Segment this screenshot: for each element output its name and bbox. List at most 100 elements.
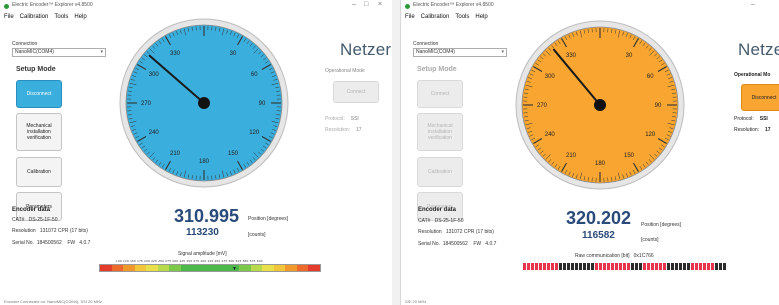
- signal-bar-segment: [181, 265, 193, 271]
- raw-bit: [659, 263, 662, 270]
- raw-bit: [723, 263, 726, 270]
- encoder-serial: Serial No. 184500562 FW 4.0.7: [418, 241, 497, 247]
- raw-bit: [575, 263, 578, 270]
- raw-bit: [551, 263, 554, 270]
- raw-bit: [543, 263, 546, 270]
- signal-bar-segment: [157, 265, 170, 271]
- app-icon: [405, 4, 410, 9]
- raw-bit: [539, 263, 542, 270]
- position-dial: 30 60 90 120 150 180 210 240 270 300 330: [515, 20, 685, 190]
- menu-tools[interactable]: Tools: [455, 14, 469, 20]
- dial-tick-label: 180: [199, 159, 210, 165]
- signal-bar-segment: [238, 265, 251, 271]
- minimize-icon[interactable]: –: [352, 1, 356, 8]
- raw-bit: [583, 263, 586, 270]
- raw-bit: [719, 263, 722, 270]
- raw-bit: [611, 263, 614, 270]
- raw-bit: [691, 263, 694, 270]
- connection-select[interactable]: NanoMIC(COM4) ▾: [413, 48, 507, 57]
- signal-bar-segment: [273, 265, 286, 271]
- minimize-icon[interactable]: –: [751, 1, 755, 8]
- raw-bit: [695, 263, 698, 270]
- raw-bit: [619, 263, 622, 270]
- op-connect-button[interactable]: Connect: [333, 81, 379, 103]
- position-unit: Position [degrees]: [641, 222, 682, 228]
- signal-bar-segment: [192, 265, 205, 271]
- raw-bit: [603, 263, 606, 270]
- calibration-button[interactable]: Calibration: [417, 157, 463, 187]
- dial-tick-label: 120: [645, 132, 656, 138]
- menu-help[interactable]: Help: [74, 14, 86, 20]
- dial-tick-label: 30: [230, 51, 237, 57]
- dial-tick-label: 240: [545, 132, 556, 138]
- raw-bits-bar: [523, 263, 726, 270]
- signal-bar-segment: [262, 265, 274, 271]
- connection-select[interactable]: NanoMIC(COM4) ▾: [12, 48, 106, 57]
- raw-bit: [683, 263, 686, 270]
- mechanical-verification-button[interactable]: Mechanical installation verification: [16, 113, 62, 151]
- dial-tick-label: 210: [566, 153, 577, 159]
- operational-mode-title: Operational Mo: [734, 72, 771, 78]
- raw-bit: [607, 263, 610, 270]
- position-value: 310.995: [174, 206, 240, 226]
- counts-value: 113230: [186, 227, 219, 238]
- disconnect-button[interactable]: Disconnect: [16, 80, 62, 108]
- chevron-down-icon: ▾: [100, 49, 103, 55]
- menu-help[interactable]: Help: [475, 14, 487, 20]
- menu-bar: File Calibration Tools Help: [405, 14, 494, 24]
- window-title: Electric Encoder™ Explorer v4.8500: [12, 2, 93, 8]
- signal-amplitude-bar: [99, 264, 321, 272]
- dial-hub: [594, 99, 606, 111]
- dial-tick-label: 180: [595, 161, 606, 167]
- menu-file[interactable]: File: [4, 14, 14, 20]
- raw-bit: [599, 263, 602, 270]
- connection-value: NanoMIC(COM4): [416, 49, 455, 55]
- position-value: 320.202: [566, 208, 632, 228]
- dial-tick-label: 330: [170, 51, 181, 57]
- menu-bar: File Calibration Tools Help: [4, 14, 93, 24]
- raw-bit: [699, 263, 702, 270]
- dial-tick-label: 330: [566, 53, 577, 59]
- raw-bit: [555, 263, 558, 270]
- encoder-cat: CAT# DS-25-1F-50: [12, 217, 58, 223]
- menu-file[interactable]: File: [405, 14, 415, 20]
- raw-bit: [647, 263, 650, 270]
- raw-bit: [675, 263, 678, 270]
- raw-bit: [615, 263, 618, 270]
- calibration-button[interactable]: Calibration: [16, 157, 62, 187]
- close-icon[interactable]: ×: [378, 1, 382, 8]
- raw-bit: [667, 263, 670, 270]
- connect-button[interactable]: Connect: [417, 80, 463, 108]
- signal-bar-segment: [215, 265, 228, 271]
- raw-bit: [655, 263, 658, 270]
- raw-bit: [679, 263, 682, 270]
- netzer-logo: Netzer: [340, 40, 392, 59]
- setup-mode-title: Setup Mode: [417, 66, 457, 73]
- operational-mode-title: Operational Mode: [325, 68, 365, 74]
- encoder-resolution: Resolution 131072 CPR (17 bits): [12, 228, 88, 234]
- op-protocol: Protocol: SSI: [325, 116, 359, 122]
- raw-bit: [643, 263, 646, 270]
- menu-tools[interactable]: Tools: [54, 14, 68, 20]
- encoder-cat: CAT# DS-25-1F-50: [418, 218, 464, 224]
- raw-bit: [559, 263, 562, 270]
- title-bar: Electric Encoder™ Explorer v4.8500 –: [401, 0, 779, 13]
- raw-bit: [651, 263, 654, 270]
- raw-bit: [635, 263, 638, 270]
- menu-calibration[interactable]: Calibration: [421, 14, 450, 20]
- signal-bar-segment: [134, 265, 147, 271]
- raw-bit: [595, 263, 598, 270]
- dial-tick-label: 30: [626, 53, 633, 59]
- maximize-icon[interactable]: □: [364, 1, 368, 8]
- op-disconnect-button[interactable]: Disconnect: [741, 84, 779, 111]
- position-unit: Position [degrees]: [248, 216, 289, 222]
- counts-unit: [counts]: [248, 232, 266, 238]
- dial-hub: [198, 97, 210, 109]
- app-icon: [4, 4, 9, 9]
- signal-bar-segment: [100, 265, 112, 271]
- mechanical-verification-button[interactable]: Mechanical installation verification: [417, 113, 463, 151]
- dial-tick-label: 150: [228, 151, 239, 157]
- menu-calibration[interactable]: Calibration: [20, 14, 49, 20]
- signal-bar-segment: [169, 265, 182, 271]
- dial-tick-label: 90: [655, 103, 662, 109]
